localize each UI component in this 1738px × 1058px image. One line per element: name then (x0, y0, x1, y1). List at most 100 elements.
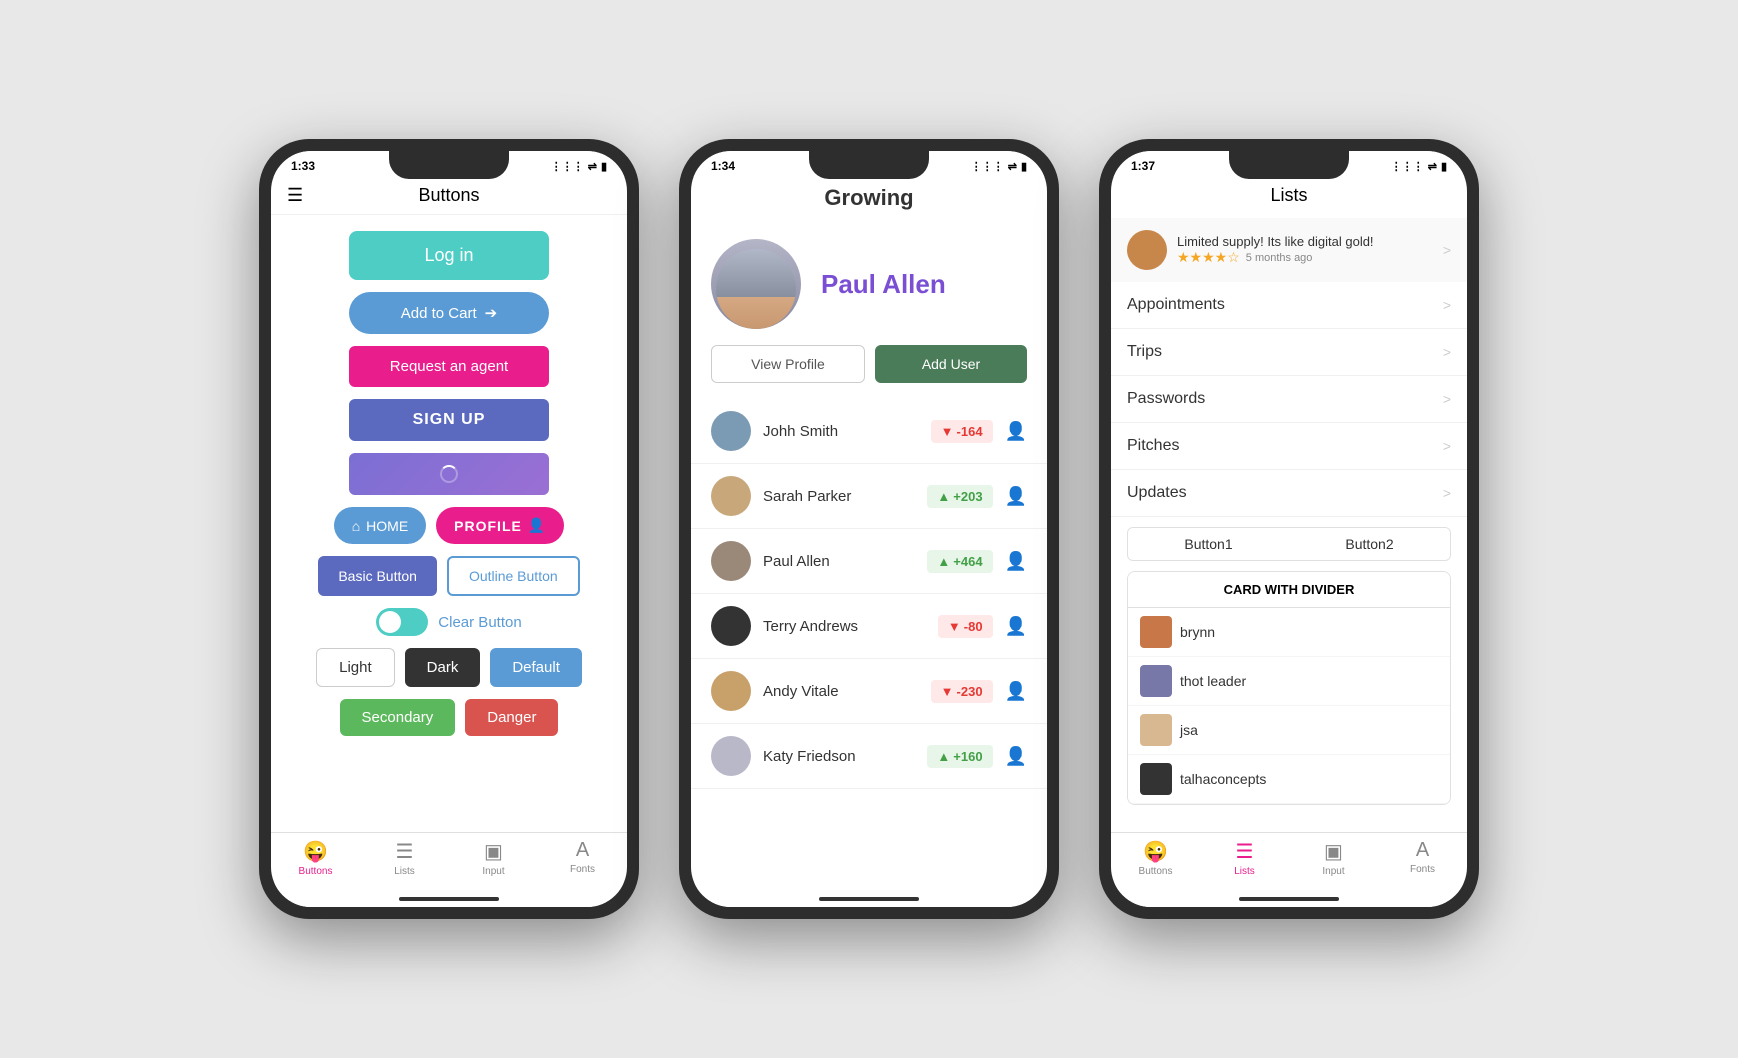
phone-lists: 1:37 ⋮⋮⋮ ⇌ ▮ Lists Limited supply! Its l… (1099, 139, 1479, 919)
toggle-clear-row: Clear Button (376, 608, 521, 636)
add-user-button[interactable]: Add User (875, 345, 1027, 383)
up-arrow: ▲ (937, 489, 950, 504)
phone-buttons: 1:33 ⋮⋮⋮ ⇌ ▮ ☰ Buttons Log in Add to Car… (259, 139, 639, 919)
light-button[interactable]: Light (316, 648, 395, 687)
bottom-bar-2 (691, 883, 1047, 907)
dark-button[interactable]: Dark (405, 648, 481, 687)
bottom-bar-3 (1111, 883, 1467, 907)
toggle-knob (379, 611, 401, 633)
time-1: 1:33 (291, 159, 315, 173)
signup-button[interactable]: SIGN UP (349, 399, 549, 441)
tab-lists-3[interactable]: ☰ Lists (1200, 833, 1289, 883)
input-tab-icon-3: ▣ (1324, 839, 1343, 864)
p3-title: Lists (1270, 185, 1307, 205)
tab-fonts-3[interactable]: A Fonts (1378, 833, 1467, 883)
pitches-row[interactable]: Pitches > (1111, 423, 1467, 470)
tab-buttons[interactable]: 😜 Buttons (271, 833, 360, 883)
tab-button1[interactable]: Button1 (1128, 528, 1289, 560)
jsa-name: jsa (1180, 722, 1198, 738)
menu-icon[interactable]: ☰ (287, 185, 303, 206)
request-agent-button[interactable]: Request an agent (349, 346, 549, 387)
appointments-row[interactable]: Appointments > (1111, 282, 1467, 329)
sarah-avatar (711, 476, 751, 516)
profile-action-buttons: View Profile Add User (691, 345, 1047, 399)
paul2-score: ▲ +464 (927, 550, 992, 573)
home-indicator-2 (819, 897, 919, 901)
list-item: Terry Andrews ▼ -80 👤 (691, 594, 1047, 659)
users-list: Johh Smith ▼ -164 👤 Sarah Parker ▲ +203 … (691, 399, 1047, 883)
tab-button2[interactable]: Button2 (1289, 528, 1450, 560)
loading-button[interactable] (349, 453, 549, 495)
toggle-button[interactable] (376, 608, 428, 636)
tab-bar-1: 😜 Buttons ☰ Lists ▣ Input A Fonts (271, 832, 627, 883)
basic-button[interactable]: Basic Button (318, 556, 437, 596)
login-button[interactable]: Log in (349, 231, 549, 280)
secondary-button[interactable]: Secondary (340, 699, 456, 736)
add-to-cart-button[interactable]: Add to Cart ➔ (349, 292, 549, 334)
add-to-cart-label: Add to Cart (401, 305, 477, 322)
phones-container: 1:33 ⋮⋮⋮ ⇌ ▮ ☰ Buttons Log in Add to Car… (259, 139, 1479, 919)
basic-outline-row: Basic Button Outline Button (318, 556, 579, 596)
p1-title: Buttons (418, 185, 479, 206)
input-tab-icon: ▣ (484, 839, 503, 864)
talha-name: talhaconcepts (1180, 771, 1266, 787)
terry-avatar (711, 606, 751, 646)
list-item: Johh Smith ▼ -164 👤 (691, 399, 1047, 464)
review-card[interactable]: Limited supply! Its like digital gold! ★… (1111, 218, 1467, 282)
view-profile-button[interactable]: View Profile (711, 345, 865, 383)
down-arrow: ▼ (941, 684, 954, 699)
tab-input[interactable]: ▣ Input (449, 833, 538, 883)
tab-buttons-row: Button1 Button2 (1127, 527, 1451, 561)
chevron-right-icon: > (1443, 297, 1451, 313)
clear-button[interactable]: Clear Button (438, 608, 521, 636)
katy-avatar (711, 736, 751, 776)
p2-title: Growing (824, 185, 913, 210)
person-icon: 👤 (1005, 746, 1027, 767)
status-icons-2: ⋮⋮⋮ ⇌ ▮ (971, 160, 1027, 173)
pitches-label: Pitches (1127, 437, 1179, 455)
outline-button[interactable]: Outline Button (447, 556, 580, 596)
fonts-tab-icon: A (576, 839, 589, 862)
buttons-tab-icon: 😜 (303, 839, 328, 864)
home-profile-row: ⌂ HOME PROFILE 👤 (334, 507, 565, 544)
up-arrow: ▲ (937, 749, 950, 764)
tab-buttons-3[interactable]: 😜 Buttons (1111, 833, 1200, 883)
fonts-tab-icon-3: A (1416, 839, 1429, 862)
jsa-avatar (1140, 714, 1172, 746)
spinner-icon (440, 465, 458, 483)
default-button[interactable]: Default (490, 648, 582, 687)
review-text: Limited supply! Its like digital gold! (1177, 234, 1433, 249)
paul-name: Paul Allen (821, 269, 946, 300)
passwords-row[interactable]: Passwords > (1111, 376, 1467, 423)
paul2-avatar (711, 541, 751, 581)
card-item-thot: thot leader (1128, 657, 1450, 706)
profile-section: Paul Allen (691, 223, 1047, 345)
light-dark-row: Light Dark Default (316, 648, 582, 687)
trips-label: Trips (1127, 343, 1162, 361)
trips-row[interactable]: Trips > (1111, 329, 1467, 376)
updates-row[interactable]: Updates > (1111, 470, 1467, 517)
chevron-right-icon: > (1443, 391, 1451, 407)
chevron-right-icon: > (1443, 344, 1451, 360)
card-item-brynn: brynn (1128, 608, 1450, 657)
home-icon: ⌂ (352, 518, 360, 534)
profile-button[interactable]: PROFILE 👤 (436, 507, 564, 544)
list-rows: Appointments > Trips > Passwords > Pitch… (1111, 282, 1467, 517)
time-3: 1:37 (1131, 159, 1155, 173)
thot-avatar (1140, 665, 1172, 697)
tab-fonts[interactable]: A Fonts (538, 833, 627, 883)
status-icons-1: ⋮⋮⋮ ⇌ ▮ (551, 160, 607, 173)
bottom-bar-1 (271, 883, 627, 907)
tab-bar-3: 😜 Buttons ☰ Lists ▣ Input A Fonts (1111, 832, 1467, 883)
person-icon: 👤 (1005, 551, 1027, 572)
home-indicator-1 (399, 897, 499, 901)
sarah-name: Sarah Parker (763, 488, 915, 505)
tab-lists[interactable]: ☰ Lists (360, 833, 449, 883)
paul2-name: Paul Allen (763, 553, 915, 570)
sarah-score: ▲ +203 (927, 485, 992, 508)
danger-button[interactable]: Danger (465, 699, 558, 736)
tab-input-3[interactable]: ▣ Input (1289, 833, 1378, 883)
time-2: 1:34 (711, 159, 735, 173)
home-button[interactable]: ⌂ HOME (334, 507, 426, 544)
paul-avatar (711, 239, 801, 329)
